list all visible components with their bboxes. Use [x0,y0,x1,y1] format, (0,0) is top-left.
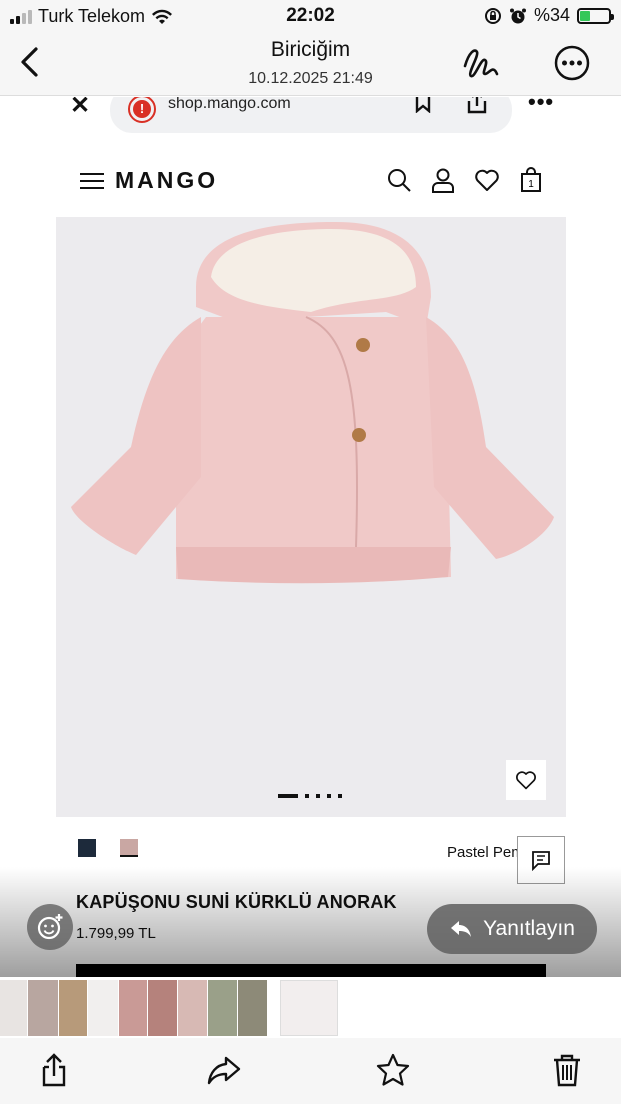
share-icon [467,97,487,114]
product-name: KAPÜŞONU SUNİ KÜRKLÜ ANORAK [76,892,397,912]
bag-icon: 1 [521,167,541,192]
reply-button[interactable]: Yanıtlayın [427,904,597,954]
bookmark-icon [415,97,431,113]
thumbnail[interactable] [148,980,177,1036]
thumbnail-selected[interactable] [280,980,338,1036]
chat-widget [517,836,565,884]
alarm-icon [509,8,526,23]
product-price: 1.799,99 TL [76,925,156,942]
product-image [56,217,566,817]
thumbnail[interactable] [88,980,118,1036]
media-thumbnail-strip[interactable] [0,978,621,1038]
markup-pen-icon[interactable] [461,44,503,82]
chat-icon [532,851,550,871]
color-swatches [78,839,138,857]
battery-percent: %34 [533,5,570,25]
search-icon [388,169,411,192]
thumbnail[interactable] [178,980,207,1036]
reply-label: Yanıtlayın [483,917,575,940]
menu-dots-icon: ••• [528,97,555,114]
thumbnail[interactable] [0,980,27,1036]
thumbnail[interactable] [119,980,147,1036]
close-tab-icon: ✕ [70,97,91,119]
site-nav: MANGO 1 [0,157,621,205]
add-reaction-button[interactable] [27,904,73,950]
heart-icon [475,169,499,191]
message-timestamp: 10.12.2025 21:49 [248,70,373,87]
thumbnail[interactable] [28,980,58,1036]
trash-icon[interactable] [549,1052,585,1088]
address-bar: ! shop.mango.com [110,97,512,133]
swatch-navy [78,839,96,857]
forward-icon[interactable] [206,1052,242,1088]
warning-icon: ! [128,97,156,123]
hamburger-menu-icon [80,173,104,191]
share-icon[interactable] [36,1052,72,1088]
reply-arrow-icon [451,921,472,937]
image-pager [278,794,342,798]
contact-name: Biriciğim [270,38,351,61]
swatch-pink [120,839,138,857]
cart-count: 1 [528,179,534,190]
site-logo: MANGO [115,167,219,193]
bottom-toolbar [0,1038,621,1104]
star-icon[interactable] [375,1052,411,1088]
heart-outline-icon [516,771,536,790]
wishlist-button [506,760,546,800]
add-to-bag-bar [76,964,546,977]
thumbnail[interactable] [59,980,87,1036]
thumbnail[interactable] [238,980,267,1036]
coat-illustration [71,222,554,584]
viewer-header: Biriciğim 10.12.2025 21:49 [0,32,621,96]
color-name: Pastel Pem [447,844,524,861]
user-icon [432,168,454,193]
orientation-lock-icon [484,7,501,24]
battery-icon [577,7,614,24]
url-text: shop.mango.com [168,97,291,112]
more-options-icon[interactable] [553,44,591,82]
shared-screenshot: ✕ ! shop.mango.com ••• MANGO 1 Pastel Pe… [0,97,621,977]
thumbnail[interactable] [208,980,237,1036]
status-bar: Turk Telekom 22:02 %34 [0,0,621,32]
smiley-plus-icon [37,914,63,940]
